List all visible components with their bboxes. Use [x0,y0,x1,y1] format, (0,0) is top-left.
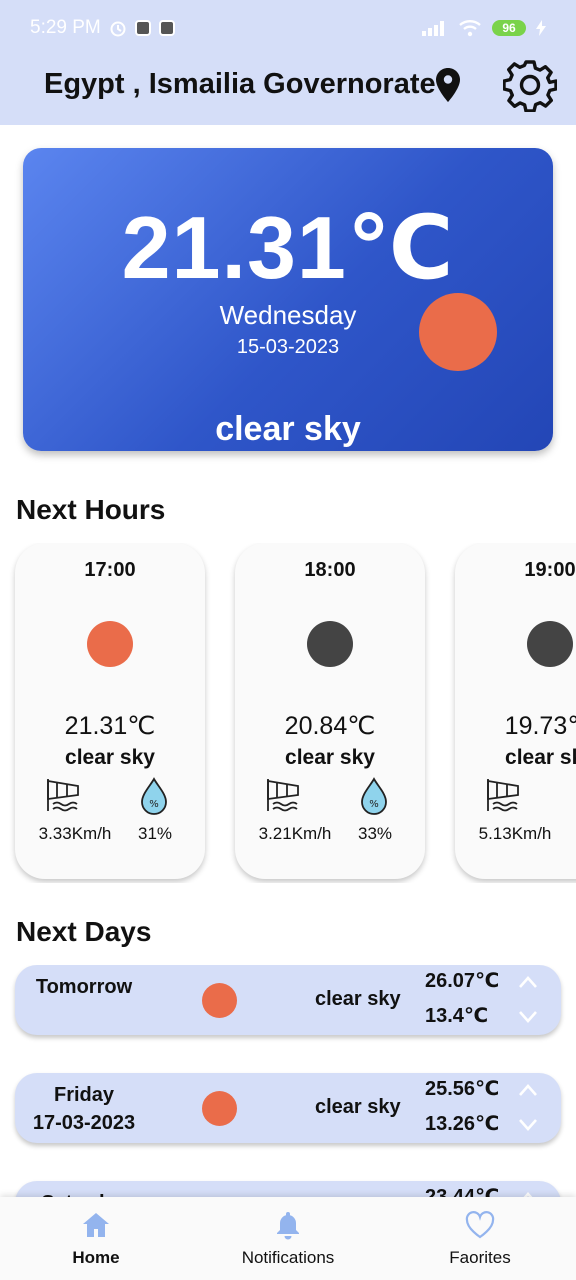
svg-text:%: % [369,799,379,810]
hour-temperature: 21.31℃ [64,712,156,740]
current-weather-card: 21.31℃ Wednesday 15-03-2023 clear sky [23,148,553,451]
battery-icon: 96 [492,20,526,36]
humidity-drop-icon: % [141,777,167,815]
next-days-title: Next Days [16,916,152,947]
next-hours-title: Next Hours [16,494,166,525]
sun-icon [202,983,237,1018]
day-name: Friday [53,1084,115,1106]
day-description: clear sky [315,1096,401,1118]
day-min-temp: 13.4℃ [425,1005,489,1027]
day-max-temp: 26.07℃ [425,970,500,992]
app-notification-icon [158,20,175,36]
app-header-bar: 5:29 PM 96 Egypt , Ismailia Governorate [0,0,576,125]
moon-icon [307,621,353,667]
wifi-icon [459,20,481,37]
status-notification-icons [109,19,175,37]
home-icon [83,1213,109,1237]
chevron-up-icon [519,976,537,988]
daily-forecast-list[interactable]: Tomorrow clear sky 26.07℃ 13.4℃ Friday 1… [0,965,576,1197]
day-min-temp: 13.26℃ [425,1113,500,1135]
nav-favorites[interactable]: Faorites [384,1209,576,1275]
hour-card[interactable]: 18:00 20.84℃ clear sky % 3.21Km/h 33% [235,543,425,879]
hour-time: 18:00 [304,559,356,581]
current-temperature: 21.31℃ [121,198,455,297]
windsock-icon [267,779,299,812]
day-row[interactable]: Tomorrow clear sky 26.07℃ 13.4℃ [15,965,561,1035]
day-description: clear sky [315,988,401,1010]
nav-home[interactable]: Home [0,1209,192,1275]
hour-wind-speed: 3.21Km/h [258,824,332,843]
windsock-icon [47,779,79,812]
sun-icon [419,293,497,371]
hourly-forecast-list[interactable]: 17:00 21.31℃ clear sky % 3.33Km/h 31% 18… [0,543,576,883]
bell-icon [277,1212,299,1240]
location-title: Egypt , Ismailia Governorate [44,68,436,100]
nav-notifications[interactable]: Notifications [192,1209,384,1275]
hour-wind-speed: 5.13Km/h [478,824,552,843]
hour-time: 17:00 [84,559,136,581]
heart-icon [465,1211,495,1239]
hour-description: clear sky [505,746,576,769]
nav-favorites-label: Faorites [449,1248,511,1267]
signal-icon [422,21,444,36]
day-max-temp: 25.56℃ [425,1078,500,1100]
chevron-up-icon [519,1084,537,1096]
humidity-drop-icon: % [361,777,387,815]
hour-temperature: 20.84℃ [284,712,376,740]
hour-humidity: 31% [137,824,173,843]
moon-icon [527,621,573,667]
hour-temperature: 19.73℃ [504,712,576,740]
chevron-down-icon [519,1119,537,1131]
current-description: clear sky [215,410,361,448]
windsock-icon [487,779,519,812]
status-time: 5:29 PM [30,17,101,38]
hour-card[interactable]: 19:00 19.73℃ clear sky 5.13Km/h [455,543,576,879]
charging-icon [536,20,546,36]
day-date: 17-03-2023 [32,1112,136,1134]
location-pin-icon[interactable] [436,68,460,102]
bottom-navigation: Home Notifications Faorites [0,1197,576,1280]
hour-card[interactable]: 17:00 21.31℃ clear sky % 3.33Km/h 31% [15,543,205,879]
day-name: Saturday [15,1189,153,1197]
sun-icon [202,1091,237,1126]
day-row[interactable]: Friday 17-03-2023 clear sky 25.56℃ 13.26… [15,1073,561,1143]
day-max-temp: 23.44℃ [425,1186,500,1197]
location-header: Egypt , Ismailia Governorate [0,56,576,116]
day-row[interactable]: Saturday 23.44℃ [15,1181,561,1197]
day-name: Tomorrow [35,976,133,998]
nav-notifications-label: Notifications [241,1248,335,1267]
status-bar: 5:29 PM 96 [30,14,546,42]
svg-text:%: % [149,799,159,810]
hour-wind-speed: 3.33Km/h [38,824,112,843]
hour-time: 19:00 [524,559,576,581]
nav-home-label: Home [72,1248,120,1267]
hour-description: clear sky [65,746,155,769]
alarm-icon [110,21,126,37]
sun-icon [87,621,133,667]
chevron-down-icon [519,1011,537,1023]
hour-humidity: 33% [357,824,393,843]
settings-gear-icon[interactable] [503,58,557,112]
app-notification-icon [134,20,151,36]
hour-description: clear sky [285,746,375,769]
